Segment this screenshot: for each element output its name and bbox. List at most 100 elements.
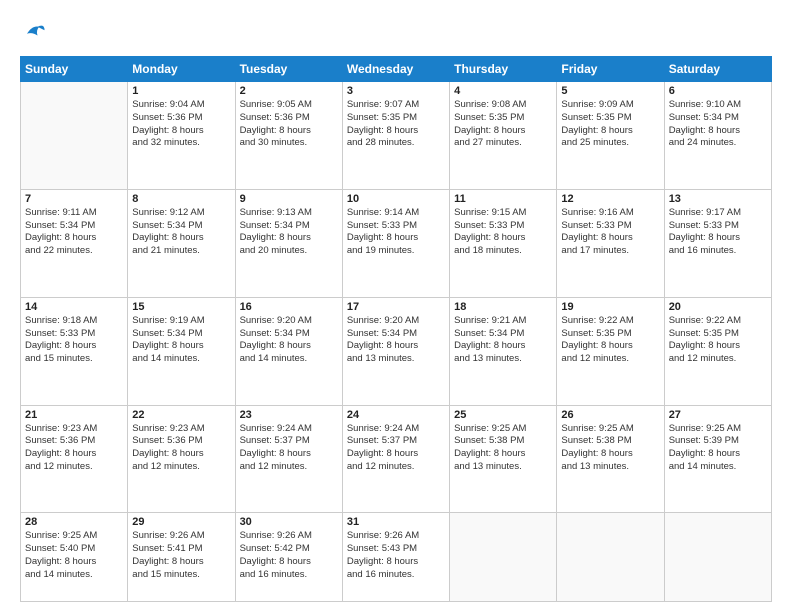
page: SundayMondayTuesdayWednesdayThursdayFrid… <box>0 0 792 612</box>
day-number: 21 <box>25 409 123 421</box>
day-info: Sunrise: 9:11 AM Sunset: 5:34 PM Dayligh… <box>25 207 123 258</box>
calendar-cell: 21 Sunrise: 9:23 AM Sunset: 5:36 PM Dayli… <box>21 405 128 513</box>
day-number: 3 <box>347 85 445 97</box>
day-number: 16 <box>240 301 338 313</box>
day-info: Sunrise: 9:07 AM Sunset: 5:35 PM Dayligh… <box>347 99 445 150</box>
calendar-cell <box>557 513 664 602</box>
calendar-cell: 17 Sunrise: 9:20 AM Sunset: 5:34 PM Dayli… <box>342 297 449 405</box>
calendar-cell: 19 Sunrise: 9:22 AM Sunset: 5:35 PM Dayli… <box>557 297 664 405</box>
day-info: Sunrise: 9:13 AM Sunset: 5:34 PM Dayligh… <box>240 207 338 258</box>
day-info: Sunrise: 9:21 AM Sunset: 5:34 PM Dayligh… <box>454 315 552 366</box>
calendar-cell: 8 Sunrise: 9:12 AM Sunset: 5:34 PM Daylig… <box>128 189 235 297</box>
day-info: Sunrise: 9:26 AM Sunset: 5:41 PM Dayligh… <box>132 530 230 581</box>
day-info: Sunrise: 9:16 AM Sunset: 5:33 PM Dayligh… <box>561 207 659 258</box>
day-info: Sunrise: 9:25 AM Sunset: 5:38 PM Dayligh… <box>561 423 659 474</box>
calendar-week-5: 28 Sunrise: 9:25 AM Sunset: 5:40 PM Dayli… <box>21 513 772 602</box>
day-number: 12 <box>561 193 659 205</box>
calendar-cell: 31 Sunrise: 9:26 AM Sunset: 5:43 PM Dayli… <box>342 513 449 602</box>
calendar-cell: 25 Sunrise: 9:25 AM Sunset: 5:38 PM Dayli… <box>450 405 557 513</box>
calendar-cell: 14Sunrise: 9:18 AM Sunset: 5:33 PM Dayli… <box>21 297 128 405</box>
calendar-week-1: 1 Sunrise: 9:04 AM Sunset: 5:36 PM Daylig… <box>21 82 772 190</box>
day-number: 5 <box>561 85 659 97</box>
day-info: Sunrise: 9:23 AM Sunset: 5:36 PM Dayligh… <box>132 423 230 474</box>
day-number: 1 <box>132 85 230 97</box>
header <box>20 18 772 46</box>
day-info: Sunrise: 9:22 AM Sunset: 5:35 PM Dayligh… <box>669 315 767 366</box>
day-info: Sunrise: 9:25 AM Sunset: 5:39 PM Dayligh… <box>669 423 767 474</box>
calendar-cell: 1 Sunrise: 9:04 AM Sunset: 5:36 PM Daylig… <box>128 82 235 190</box>
calendar-cell: 24 Sunrise: 9:24 AM Sunset: 5:37 PM Dayli… <box>342 405 449 513</box>
calendar-cell: 11Sunrise: 9:15 AM Sunset: 5:33 PM Dayli… <box>450 189 557 297</box>
logo <box>20 18 52 46</box>
day-number: 14 <box>25 301 123 313</box>
calendar-header-thursday: Thursday <box>450 57 557 82</box>
day-number: 6 <box>669 85 767 97</box>
calendar-header-wednesday: Wednesday <box>342 57 449 82</box>
day-number: 4 <box>454 85 552 97</box>
day-number: 19 <box>561 301 659 313</box>
day-info: Sunrise: 9:23 AM Sunset: 5:36 PM Dayligh… <box>25 423 123 474</box>
calendar-cell: 20 Sunrise: 9:22 AM Sunset: 5:35 PM Dayli… <box>664 297 771 405</box>
day-info: Sunrise: 9:05 AM Sunset: 5:36 PM Dayligh… <box>240 99 338 150</box>
day-number: 13 <box>669 193 767 205</box>
calendar-week-3: 14Sunrise: 9:18 AM Sunset: 5:33 PM Dayli… <box>21 297 772 405</box>
day-number: 8 <box>132 193 230 205</box>
day-number: 7 <box>25 193 123 205</box>
logo-icon <box>20 18 48 46</box>
day-number: 20 <box>669 301 767 313</box>
day-info: Sunrise: 9:12 AM Sunset: 5:34 PM Dayligh… <box>132 207 230 258</box>
calendar-header-row: SundayMondayTuesdayWednesdayThursdayFrid… <box>21 57 772 82</box>
calendar-cell <box>450 513 557 602</box>
day-info: Sunrise: 9:25 AM Sunset: 5:40 PM Dayligh… <box>25 530 123 581</box>
day-number: 23 <box>240 409 338 421</box>
day-number: 2 <box>240 85 338 97</box>
calendar-cell <box>21 82 128 190</box>
day-info: Sunrise: 9:17 AM Sunset: 5:33 PM Dayligh… <box>669 207 767 258</box>
calendar-week-4: 21 Sunrise: 9:23 AM Sunset: 5:36 PM Dayli… <box>21 405 772 513</box>
day-number: 24 <box>347 409 445 421</box>
day-number: 29 <box>132 516 230 528</box>
calendar-header-saturday: Saturday <box>664 57 771 82</box>
day-number: 31 <box>347 516 445 528</box>
calendar-cell: 2 Sunrise: 9:05 AM Sunset: 5:36 PM Daylig… <box>235 82 342 190</box>
calendar-table: SundayMondayTuesdayWednesdayThursdayFrid… <box>20 56 772 602</box>
day-number: 10 <box>347 193 445 205</box>
calendar-header-friday: Friday <box>557 57 664 82</box>
day-info: Sunrise: 9:04 AM Sunset: 5:36 PM Dayligh… <box>132 99 230 150</box>
calendar-cell: 27 Sunrise: 9:25 AM Sunset: 5:39 PM Dayli… <box>664 405 771 513</box>
calendar-cell: 18Sunrise: 9:21 AM Sunset: 5:34 PM Dayli… <box>450 297 557 405</box>
calendar-cell: 10 Sunrise: 9:14 AM Sunset: 5:33 PM Dayli… <box>342 189 449 297</box>
day-info: Sunrise: 9:26 AM Sunset: 5:43 PM Dayligh… <box>347 530 445 581</box>
day-number: 11 <box>454 193 552 205</box>
calendar-cell: 3 Sunrise: 9:07 AM Sunset: 5:35 PM Daylig… <box>342 82 449 190</box>
calendar-cell: 26 Sunrise: 9:25 AM Sunset: 5:38 PM Dayli… <box>557 405 664 513</box>
calendar-cell <box>664 513 771 602</box>
day-number: 30 <box>240 516 338 528</box>
day-info: Sunrise: 9:09 AM Sunset: 5:35 PM Dayligh… <box>561 99 659 150</box>
day-number: 28 <box>25 516 123 528</box>
day-info: Sunrise: 9:20 AM Sunset: 5:34 PM Dayligh… <box>347 315 445 366</box>
day-info: Sunrise: 9:26 AM Sunset: 5:42 PM Dayligh… <box>240 530 338 581</box>
calendar-cell: 5 Sunrise: 9:09 AM Sunset: 5:35 PM Daylig… <box>557 82 664 190</box>
calendar-header-tuesday: Tuesday <box>235 57 342 82</box>
day-number: 15 <box>132 301 230 313</box>
day-number: 22 <box>132 409 230 421</box>
day-info: Sunrise: 9:22 AM Sunset: 5:35 PM Dayligh… <box>561 315 659 366</box>
day-number: 26 <box>561 409 659 421</box>
day-number: 25 <box>454 409 552 421</box>
day-info: Sunrise: 9:20 AM Sunset: 5:34 PM Dayligh… <box>240 315 338 366</box>
day-info: Sunrise: 9:14 AM Sunset: 5:33 PM Dayligh… <box>347 207 445 258</box>
day-number: 9 <box>240 193 338 205</box>
day-info: Sunrise: 9:25 AM Sunset: 5:38 PM Dayligh… <box>454 423 552 474</box>
day-number: 17 <box>347 301 445 313</box>
calendar-cell: 15 Sunrise: 9:19 AM Sunset: 5:34 PM Dayli… <box>128 297 235 405</box>
day-info: Sunrise: 9:24 AM Sunset: 5:37 PM Dayligh… <box>347 423 445 474</box>
calendar-cell: 23 Sunrise: 9:24 AM Sunset: 5:37 PM Dayli… <box>235 405 342 513</box>
calendar-cell: 16 Sunrise: 9:20 AM Sunset: 5:34 PM Dayli… <box>235 297 342 405</box>
calendar-cell: 28 Sunrise: 9:25 AM Sunset: 5:40 PM Dayli… <box>21 513 128 602</box>
day-info: Sunrise: 9:24 AM Sunset: 5:37 PM Dayligh… <box>240 423 338 474</box>
day-number: 27 <box>669 409 767 421</box>
calendar-cell: 6Sunrise: 9:10 AM Sunset: 5:34 PM Daylig… <box>664 82 771 190</box>
calendar-cell: 22 Sunrise: 9:23 AM Sunset: 5:36 PM Dayli… <box>128 405 235 513</box>
day-info: Sunrise: 9:19 AM Sunset: 5:34 PM Dayligh… <box>132 315 230 366</box>
